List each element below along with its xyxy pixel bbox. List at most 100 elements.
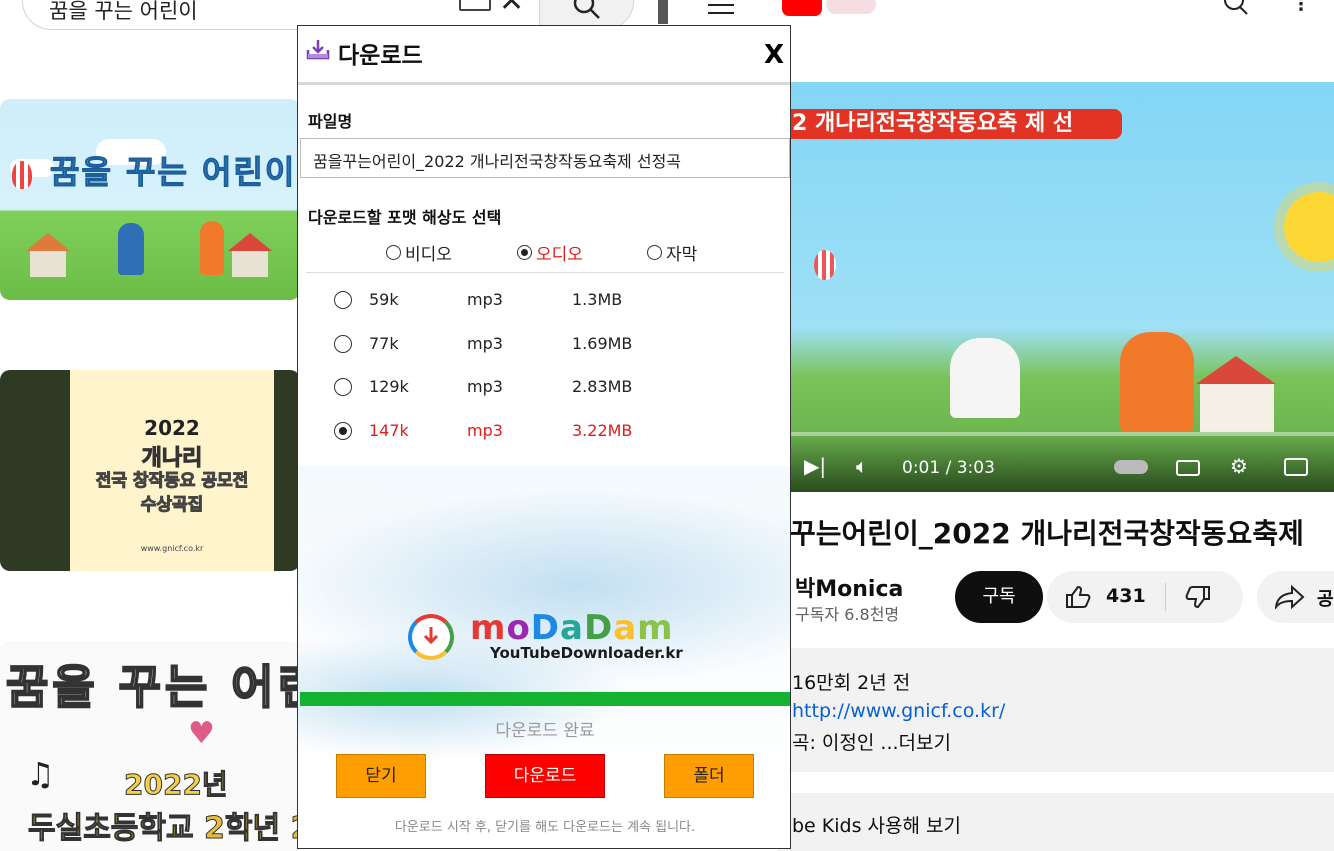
result-thumbnail-2[interactable]: 2022 개나리 전국 창작동요 공모전 수상곡집 www.gnicf.co.k… xyxy=(0,370,300,571)
option-bitrate: 147k xyxy=(369,421,409,440)
menu-icon[interactable] xyxy=(708,4,734,6)
music-note-icon: ♫ xyxy=(26,755,55,793)
result-thumbnail-1[interactable]: 꿈을 꾸는 어린이 xyxy=(0,99,300,300)
subscriber-count: 구독자 6.8천명 xyxy=(795,605,900,624)
download-progress-bar xyxy=(300,692,790,706)
tab-subtitles[interactable]: 자막 xyxy=(647,240,697,265)
description-composer[interactable]: 곡: 이정인 ...더보기 xyxy=(792,728,951,755)
youtube-kids-banner[interactable]: be Kids 사용해 보기 xyxy=(778,793,1334,851)
search-icon xyxy=(573,0,600,19)
share-button[interactable]: 공 xyxy=(1257,571,1334,623)
player-controls-bar xyxy=(790,430,1334,492)
house-roof xyxy=(228,233,272,251)
logo-wordmark: moDaDam xyxy=(470,608,674,648)
like-divider xyxy=(1165,583,1166,611)
child-figure xyxy=(950,338,1020,418)
audio-radio[interactable] xyxy=(517,245,532,260)
subtitles-icon[interactable] xyxy=(1176,460,1200,476)
option-size: 1.69MB xyxy=(572,334,633,353)
option-radio[interactable] xyxy=(334,422,352,440)
subscribe-button[interactable]: 구독 xyxy=(955,571,1043,623)
download-circle-icon xyxy=(408,614,454,660)
download-status: 다운로드 완료 xyxy=(495,721,595,741)
search-icon[interactable] xyxy=(1222,0,1250,18)
thumbnail-year: 2022년 xyxy=(124,768,229,802)
heart-icon: ♥ xyxy=(188,716,215,751)
download-tray-icon xyxy=(306,40,330,60)
option-size: 2.83MB xyxy=(572,377,633,396)
sun-decoration xyxy=(1284,192,1334,262)
panel-divider[interactable] xyxy=(658,0,668,24)
filename-label: 파일명 xyxy=(308,112,353,131)
format-option-selected[interactable]: 147k mp3 3.22MB xyxy=(334,419,754,445)
video-banner-text: 2 개나리전국창작동요축 제 선 xyxy=(790,109,1122,139)
more-options-icon[interactable]: ⋮ xyxy=(1292,0,1310,14)
option-size: 1.3MB xyxy=(572,290,623,309)
like-count: 431 xyxy=(1106,585,1146,607)
option-format: mp3 xyxy=(467,377,503,396)
option-format: mp3 xyxy=(467,290,503,309)
youtube-logo-icon[interactable] xyxy=(782,0,822,16)
description-link[interactable]: http://www.gnicf.co.kr/ xyxy=(792,700,1005,722)
tab-audio[interactable]: 오디오 xyxy=(517,240,583,265)
search-query-text[interactable]: 꿈을 꾸는 어린이 xyxy=(49,0,198,25)
subtitles-radio[interactable] xyxy=(647,245,662,260)
house xyxy=(232,251,268,277)
option-radio[interactable] xyxy=(334,378,352,396)
tab-video[interactable]: 비디오 xyxy=(386,240,452,265)
keyboard-icon[interactable] xyxy=(459,0,491,11)
dialog-title: 다운로드 xyxy=(338,43,423,69)
dialog-header: 다운로드 X xyxy=(298,26,790,85)
format-option[interactable]: 129k mp3 2.83MB xyxy=(334,375,754,401)
result-thumbnail-3[interactable]: 꿈을 꾸는 어린이 ♥ ♫ 2022년 두실초등학교 2학년 2반 xyxy=(0,641,300,851)
option-radio[interactable] xyxy=(334,335,352,353)
format-label: 다운로드할 포맷 해상도 선택 xyxy=(308,208,502,227)
house xyxy=(30,251,66,277)
house-roof xyxy=(1196,356,1276,384)
like-dislike-group: 431 xyxy=(1047,571,1243,623)
child-figure xyxy=(200,221,224,275)
folder-button[interactable]: 폴더 xyxy=(664,754,754,798)
download-button[interactable]: 다운로드 xyxy=(485,754,605,798)
like-icon[interactable] xyxy=(1065,585,1091,609)
format-option[interactable]: 59k mp3 1.3MB xyxy=(334,288,754,314)
album-poster: 2022 개나리 전국 창작동요 공모전 수상곡집 www.gnicf.co.k… xyxy=(70,370,274,571)
thumbnail-school: 두실초등학교 2학년 2반 xyxy=(27,811,300,847)
format-option[interactable]: 77k mp3 1.69MB xyxy=(334,332,754,358)
share-icon xyxy=(1275,585,1305,609)
balloon-icon xyxy=(814,250,836,280)
option-bitrate: 129k xyxy=(369,377,409,396)
next-icon[interactable]: ▶| xyxy=(804,456,826,476)
filename-field[interactable]: 꿈을꾸는어린이_2022 개나리전국창작동요축제 선정곡 xyxy=(300,138,790,178)
video-radio[interactable] xyxy=(386,245,401,260)
option-bitrate: 59k xyxy=(369,290,399,309)
youtube-kids-text: be Kids 사용해 보기 xyxy=(792,815,961,837)
volume-icon[interactable]: 🔈︎ xyxy=(856,456,868,476)
poster-subtitle: 전국 창작동요 공모전 xyxy=(95,471,249,492)
close-button[interactable]: 닫기 xyxy=(336,754,426,798)
dislike-icon[interactable] xyxy=(1185,585,1211,609)
balloon-icon xyxy=(12,161,32,189)
tab-audio-label: 오디오 xyxy=(536,245,583,265)
download-dialog: 다운로드 X 파일명 꿈을꾸는어린이_2022 개나리전국창작동요축제 선정곡 … xyxy=(297,25,791,849)
tabs-divider xyxy=(306,272,784,273)
video-time: 0:01 / 3:03 xyxy=(902,458,995,478)
download-note: 다운로드 시작 후, 닫기를 해도 다운로드는 계속 됩니다. xyxy=(394,820,696,835)
child-figure xyxy=(1120,332,1194,432)
option-format: mp3 xyxy=(467,421,503,440)
dialog-close-button[interactable]: X xyxy=(764,40,784,70)
description-box[interactable]: 16만회 2년 전 http://www.gnicf.co.kr/ 곡: 이정인… xyxy=(778,648,1334,772)
settings-icon[interactable]: ⚙ xyxy=(1230,456,1248,476)
clear-search-icon[interactable]: ✕ xyxy=(499,0,524,17)
option-size: 3.22MB xyxy=(572,421,633,440)
poster-url: www.gnicf.co.kr xyxy=(140,544,204,553)
youtube-top-bar: ⋮ xyxy=(678,0,1334,22)
video-player[interactable]: 2 개나리전국창작동요축 제 선 ▶| 🔈︎ 0:01 / 3:03 ⚙ xyxy=(790,82,1334,492)
autoplay-toggle[interactable] xyxy=(1114,460,1148,474)
channel-name[interactable]: 박Monica xyxy=(795,571,903,603)
tab-subtitles-label: 자막 xyxy=(666,245,698,265)
logo-subtitle: YouTubeDownloader.kr xyxy=(490,644,683,662)
poster-year: 2022 xyxy=(144,416,200,440)
option-radio[interactable] xyxy=(334,291,352,309)
miniplayer-icon[interactable] xyxy=(1284,458,1308,476)
